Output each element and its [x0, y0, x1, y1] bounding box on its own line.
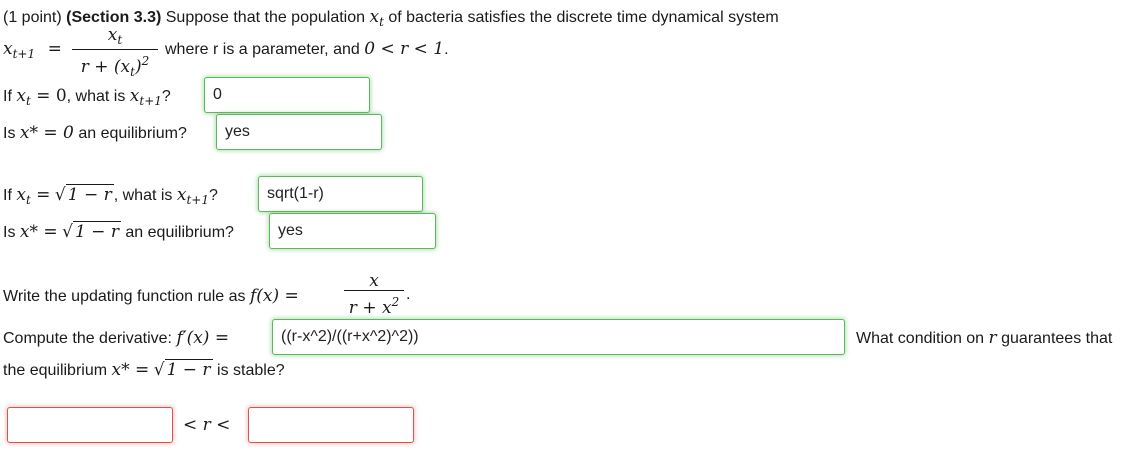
- q6-prompt: Compute the derivative: f′(x) =: [3, 328, 230, 348]
- intro-var: xt: [369, 7, 384, 29]
- sqrt-symbol: √ 1 − r: [153, 359, 213, 380]
- section-label: (Section 3.3): [66, 9, 162, 26]
- lower-bound-input[interactable]: [7, 407, 173, 443]
- sqrt-symbol: √ 1 − r: [54, 184, 114, 205]
- sqrt-symbol: √ 1 − r: [62, 221, 121, 242]
- where-text: where r is a parameter, and 0 < r < 1.: [165, 39, 449, 59]
- system-fraction: xt r + (xt)2: [72, 26, 158, 83]
- q4-answer-input[interactable]: yes: [269, 213, 436, 249]
- system-equation: xt+1 =: [3, 39, 62, 61]
- q6-after: What condition on r guarantees that: [856, 328, 1113, 348]
- upper-bound-input[interactable]: [248, 407, 414, 443]
- points-label: (1 point): [3, 9, 62, 26]
- updating-fraction: x r + x2: [344, 272, 404, 319]
- intro-end-text: of bacteria satisfies the discrete time …: [388, 9, 779, 26]
- q1-prompt: If xt = 0, what is xt+1?: [3, 86, 171, 108]
- derivative-answer-input[interactable]: ((r-x^2)/((r+x^2)^2)): [272, 319, 845, 355]
- q3-prompt: If xt = √ 1 − r, what is xt+1?: [3, 184, 218, 207]
- q2-answer-input[interactable]: yes: [216, 114, 382, 150]
- q1-answer-input[interactable]: 0: [204, 77, 370, 113]
- q6-line2: the equilibrium x* = √ 1 − r is stable?: [3, 359, 285, 380]
- q2-prompt: Is x* = 0 an equilibrium?: [3, 123, 187, 143]
- r-range-text: < r <: [183, 415, 231, 435]
- intro-text: Suppose that the population: [165, 9, 366, 26]
- q4-prompt: Is x* = √ 1 − r an equilibrium?: [3, 221, 234, 242]
- q5-end: .: [406, 286, 411, 303]
- q5-prompt: Write the updating function rule as f(x)…: [3, 286, 299, 306]
- q3-answer-input[interactable]: sqrt(1-r): [258, 176, 423, 212]
- where-math: 0 < r < 1: [364, 39, 445, 59]
